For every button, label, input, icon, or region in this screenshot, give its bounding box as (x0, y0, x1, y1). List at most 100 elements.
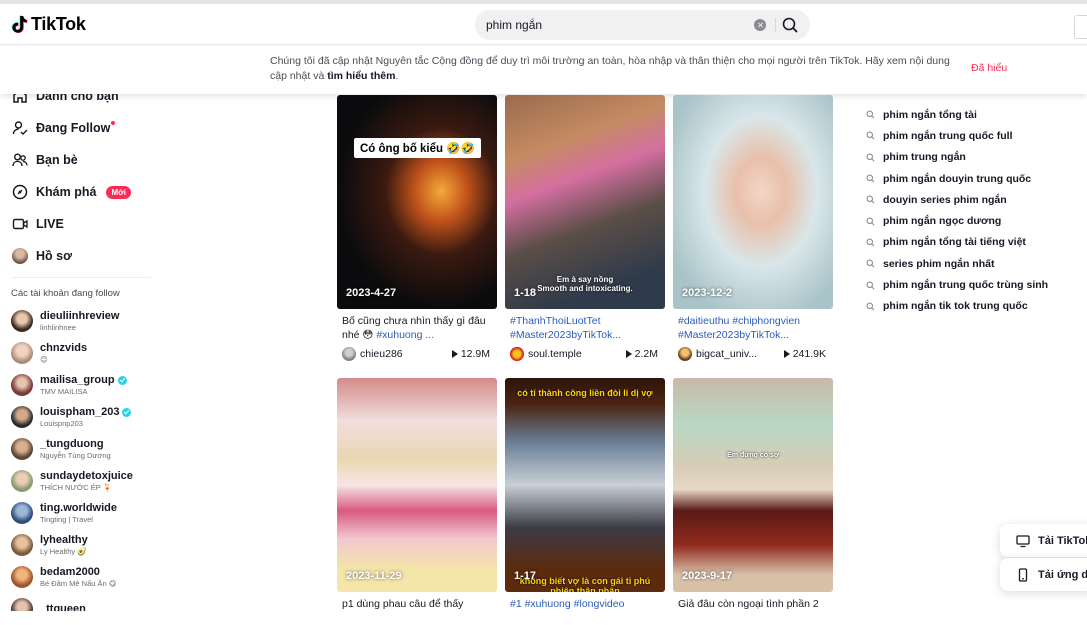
account-item[interactable]: sundaydetoxjuice THÍCH NƯỚC ÉP 🍹 (11, 466, 133, 496)
account-nickname: Ly Healthy 🥑 (40, 546, 87, 556)
sidebar-divider (11, 277, 151, 278)
top-header: TikTok (0, 4, 1087, 45)
desc-hashtags[interactable]: #ThanhThoiLuotTet #Master2023byTikTok... (510, 315, 621, 341)
tiktok-logo[interactable]: TikTok (11, 14, 86, 35)
account-item[interactable]: dieuliinhreview linhlinhnee (11, 306, 119, 336)
account-username: dieuliinhreview (40, 309, 120, 322)
search-icon (866, 302, 875, 311)
account-item[interactable]: louispham_203 Louispnp203 (11, 402, 132, 432)
nav-label: Hồ sơ (36, 249, 72, 263)
video-thumbnail[interactable]: có tí thành công liền đòi li dị vợ không… (505, 378, 665, 592)
avatar (11, 342, 33, 364)
nav-live[interactable]: LIVE (12, 216, 64, 232)
author-avatar (678, 346, 692, 361)
account-nickname: TMV MAILISA (40, 386, 88, 396)
learn-more-link[interactable]: tìm hiểu thêm (327, 70, 395, 82)
account-item[interactable]: _tungduong Nguyễn Tùng Dương (11, 434, 111, 464)
search-icon (782, 17, 798, 33)
video-thumbnail[interactable]: 2023-12-2 (673, 95, 833, 309)
video-thumbnail[interactable]: Em à say nồng Smooth and intoxicating. 1… (505, 95, 665, 309)
related-search-item[interactable]: douyin series phim ngắn (866, 189, 1048, 210)
related-search-item[interactable]: phim ngắn trung quốc full (866, 125, 1048, 146)
tiktok-note-icon (11, 15, 28, 33)
nav-profile[interactable]: Hồ sơ (12, 248, 72, 264)
desc-hashtags[interactable]: #1 #xuhuong #longvideo (510, 598, 624, 610)
nav-label: LIVE (36, 217, 64, 231)
phone-icon (1018, 567, 1028, 582)
guidelines-notice: Chúng tôi đã cập nhật Nguyên tắc Cộng đồ… (0, 46, 1087, 94)
related-search-item[interactable]: series phim ngắn nhất (866, 253, 1048, 274)
nav-label: Dành cho bạn (36, 94, 119, 103)
avatar (11, 502, 33, 524)
view-count: 241.9K (792, 347, 826, 360)
account-username: sundaydetoxjuice (40, 469, 133, 482)
author-name[interactable]: soul.temple (528, 348, 626, 360)
video-meta: soul.temple 2.2M (510, 346, 662, 361)
related-search-item[interactable]: phim ngắn douyin trung quốc (866, 168, 1048, 189)
got-it-button[interactable]: Đã hiểu (971, 62, 1007, 74)
author-avatar (510, 346, 524, 361)
desc-hashtags[interactable]: #daitieuthu #chiphongvien #Master2023byT… (678, 315, 800, 341)
search-icon (866, 281, 875, 289)
nav-label: Bạn bè (36, 153, 78, 167)
video-thumbnail[interactable]: Em đừng có sợ 2023-9-17 (673, 378, 833, 592)
avatar (11, 374, 33, 396)
related-search-item[interactable]: phim ngắn tổng tài (866, 104, 1048, 125)
upload-button[interactable] (1074, 15, 1087, 39)
nav-label: Đang Follow (36, 121, 116, 135)
account-name: mailisa_group (40, 374, 127, 387)
account-nickname: Bé Đâm Mê Nấu Ăn 😋 (40, 578, 117, 588)
video-description[interactable]: #1 #xuhuong #longvideo (510, 597, 662, 625)
account-item[interactable]: mailisa_group TMV MAILISA (11, 370, 127, 400)
account-item[interactable]: bedam2000 Bé Đâm Mê Nấu Ăn 😋 (11, 562, 117, 592)
account-item[interactable]: lyhealthy Ly Healthy 🥑 (11, 530, 88, 560)
compass-icon (12, 184, 28, 200)
related-search-item[interactable]: phim trung ngắn (866, 147, 1048, 168)
nav-following[interactable]: Đang Follow (12, 120, 116, 136)
video-description[interactable]: Bố cũng chưa nhìn thấy gì đâu nhé 😳 #xuh… (342, 314, 494, 342)
avatar (11, 598, 33, 611)
account-name: bedam2000 (40, 566, 117, 579)
nav-explore[interactable]: Khám phá Mới (12, 184, 132, 200)
search-input[interactable] (486, 16, 746, 34)
account-item[interactable]: _ttqueen (11, 594, 86, 611)
nav-friends[interactable]: Bạn bè (12, 152, 78, 168)
account-username: louispham_203 (40, 405, 120, 418)
video-description[interactable]: p1 dùng phau câu để thấy (342, 597, 494, 625)
clear-search-icon[interactable] (754, 19, 766, 31)
related-search-item[interactable]: phim ngắn tổng tài tiếng việt (866, 232, 1048, 253)
logo-text: TikTok (31, 14, 86, 34)
following-icon (12, 121, 28, 135)
thumbnail-overlay-text: có tí thành công liền đòi li dị vợ (517, 388, 653, 398)
video-description[interactable]: Giả đâu còn ngoại tình phần 2 (678, 597, 830, 625)
friends-icon (12, 153, 28, 167)
verified-icon (117, 375, 127, 385)
video-thumbnail[interactable]: 2023-11-29 (337, 378, 497, 592)
related-search-label: phim ngắn tik tok trung quốc (883, 300, 1028, 313)
play-icon (625, 349, 632, 358)
account-item[interactable]: ting.worldwide Tingting | Travel (11, 498, 117, 528)
video-thumbnail[interactable]: Có ông bố kiểu 🤣🤣 2023-4-27 (337, 95, 497, 309)
desc-hashtags[interactable]: #xuhuong ... (376, 329, 434, 341)
search-button[interactable] (779, 15, 801, 35)
get-mobile-app-button[interactable]: Tải ứng dụng (1000, 558, 1087, 591)
related-search-item[interactable]: phim ngắn tik tok trung quốc (866, 296, 1048, 317)
account-username: mailisa_group (40, 373, 115, 386)
video-date: 1-17 (514, 570, 537, 582)
author-name[interactable]: chieu286 (360, 348, 452, 360)
nav-for-you[interactable]: Dành cho bạn (12, 94, 119, 104)
author-name[interactable]: bigcat_univ... (696, 348, 784, 360)
video-meta: chieu286 12.9M (342, 346, 494, 361)
account-item[interactable]: chnzvids 😊 (11, 338, 87, 368)
video-description[interactable]: #daitieuthu #chiphongvien #Master2023byT… (678, 314, 830, 342)
nav-label: Khám phá (36, 185, 97, 199)
video-description[interactable]: #ThanhThoiLuotTet #Master2023byTikTok... (510, 314, 662, 342)
account-nickname: THÍCH NƯỚC ÉP 🍹 (40, 482, 113, 492)
search-bar (475, 10, 810, 40)
related-search-item[interactable]: phim ngắn ngọc dương (866, 210, 1048, 231)
related-search-item[interactable]: phim ngắn trung quốc trùng sinh (866, 274, 1048, 295)
search-icon (866, 217, 875, 226)
get-app-button[interactable]: Tải TikTok (1000, 524, 1087, 557)
notice-text: Chúng tôi đã cập nhật Nguyên tắc Cộng đồ… (270, 54, 950, 84)
author-avatar (342, 346, 356, 361)
